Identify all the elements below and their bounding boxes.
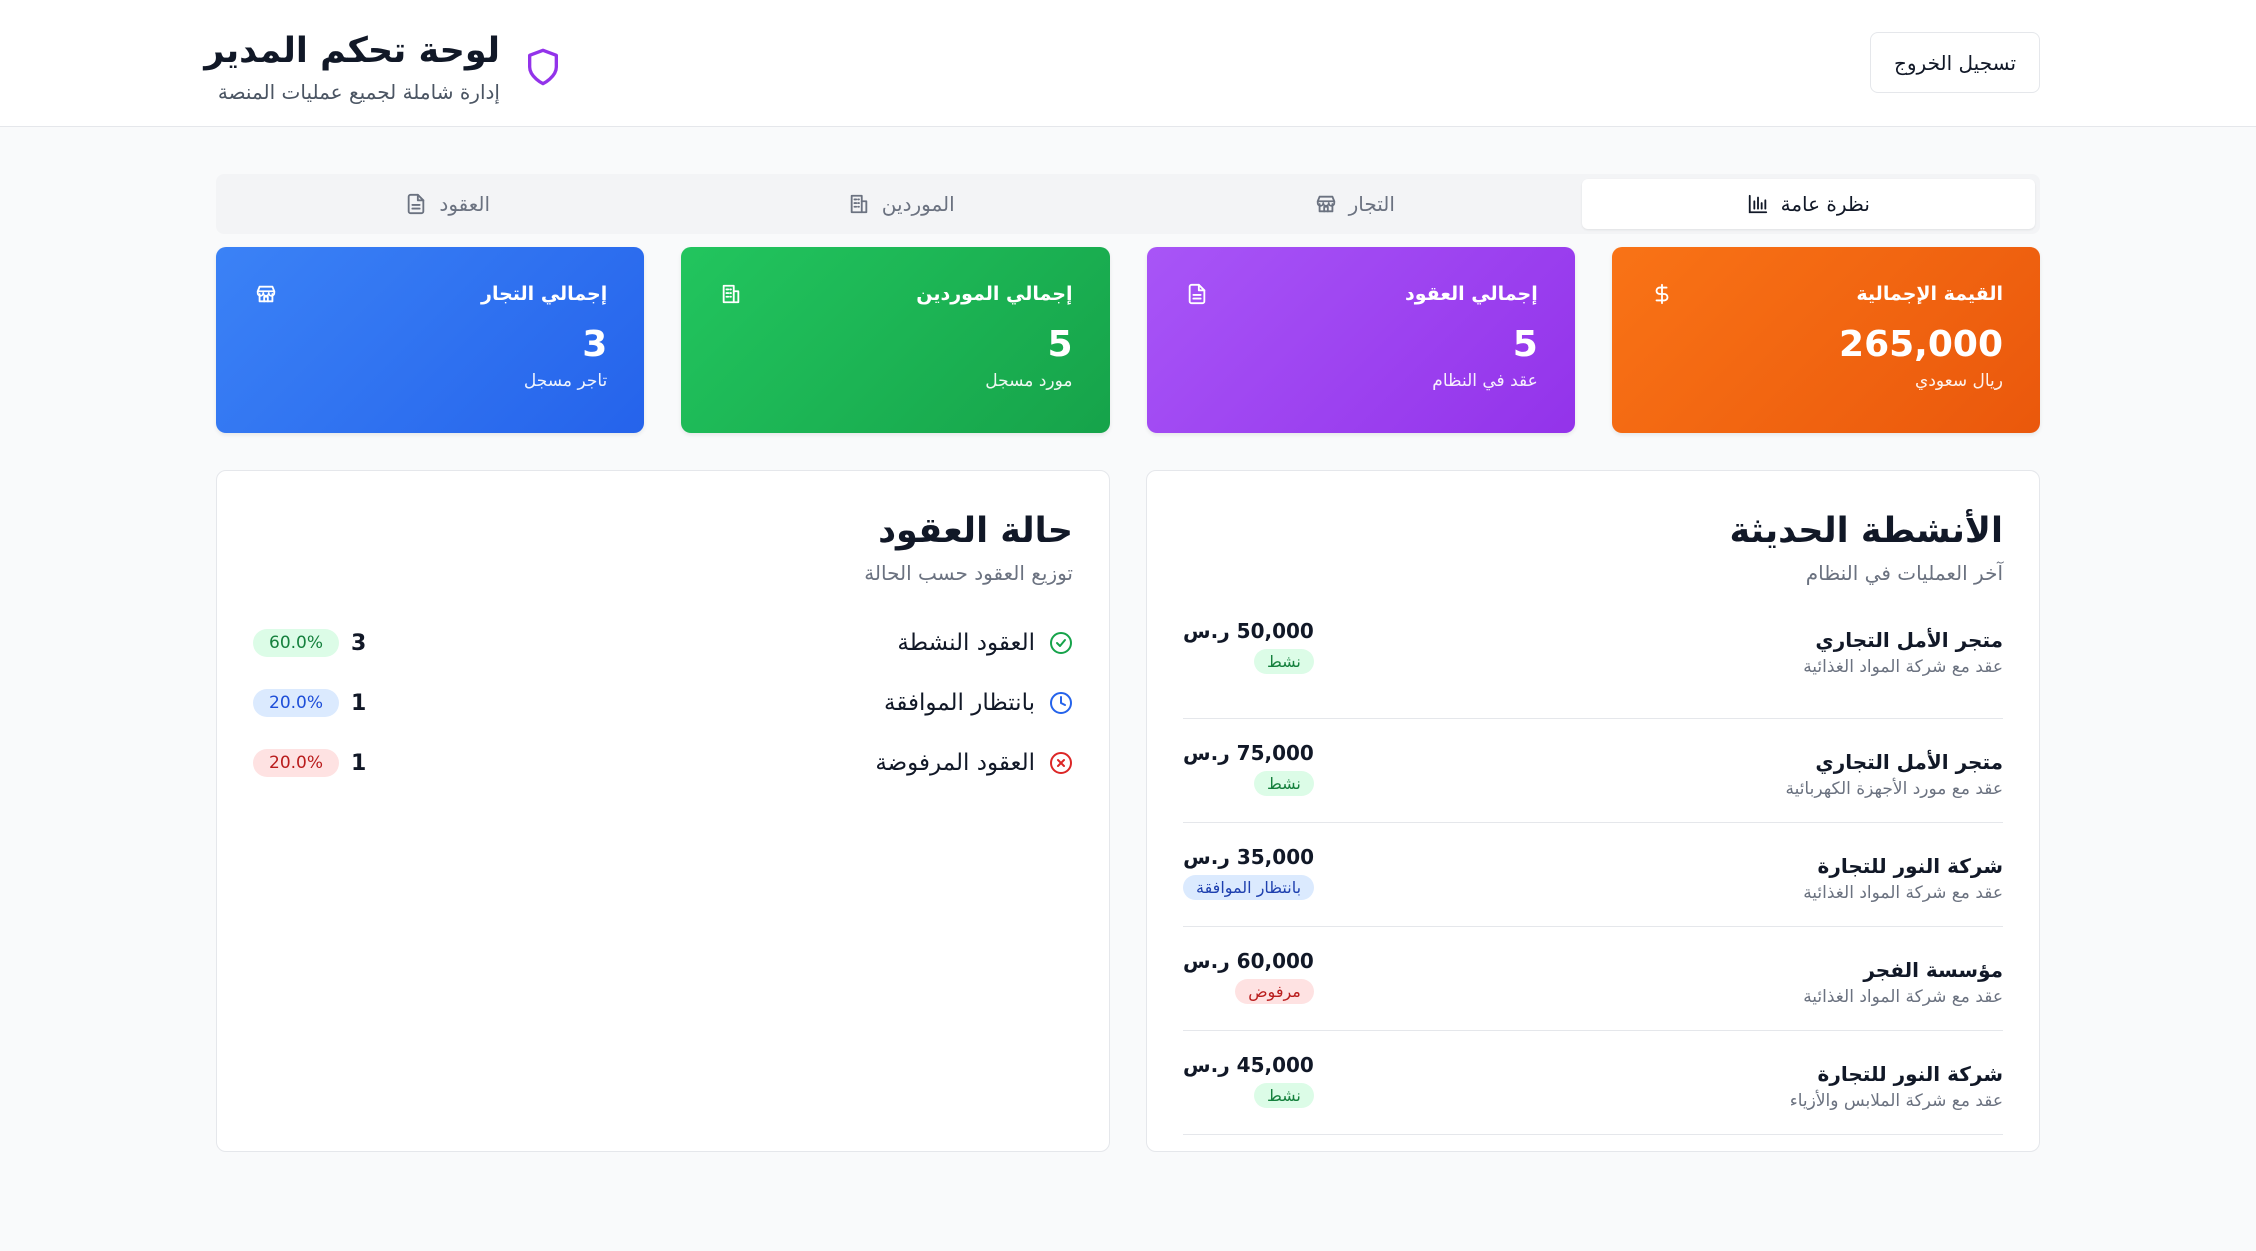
panel-subtitle: توزيع العقود حسب الحالة — [864, 561, 1073, 585]
status-badge: نشط — [1253, 649, 1314, 674]
tab-bar: نظرة عامة التجار الموردين العقود — [216, 174, 2040, 234]
activity-name: شركة النور للتجارة — [1817, 1062, 2003, 1086]
panel-title: الأنشطة الحديثة — [1729, 511, 2003, 551]
status-row-pending: بانتظار الموافقة 20.0% 1 — [253, 673, 1073, 733]
percent-badge: 20.0% — [253, 749, 340, 777]
activity-desc: عقد مع مورد الأجهزة الكهربائية — [1785, 779, 2003, 799]
stat-value: 5 — [1047, 324, 1073, 365]
page-title: لوحة تحكم المدير — [204, 31, 500, 71]
list-item[interactable]: شركة النور للتجارة عقد مع شركة الملابس و… — [1183, 1031, 2003, 1135]
stat-value: 265,000 — [1839, 324, 2003, 365]
tab-contracts[interactable]: العقود — [221, 179, 675, 229]
status-label: العقود المرفوضة — [875, 750, 1035, 776]
check-circle-icon — [1050, 632, 1072, 654]
activity-amount: 75,000 ر.س — [1183, 741, 1314, 765]
stat-card-total-contracts: إجمالي العقود 5 عقد في النظام — [1146, 247, 1575, 433]
activity-name: شركة النور للتجارة — [1817, 854, 2003, 878]
document-icon — [1184, 281, 1210, 307]
app-header: لوحة تحكم المدير إدارة شاملة لجميع عمليا… — [0, 0, 2256, 127]
status-row-rejected: العقود المرفوضة 20.0% 1 — [253, 733, 1073, 793]
recent-activity-panel: الأنشطة الحديثة آخر العمليات في النظام م… — [1146, 470, 2040, 1152]
status-badge: مرفوض — [1235, 979, 1314, 1004]
activity-desc: عقد مع شركة المواد الغذائية — [1803, 883, 2003, 903]
document-icon — [408, 193, 425, 215]
bar-chart-icon — [1748, 194, 1767, 214]
stat-value: 3 — [582, 324, 608, 365]
stat-card-total-value: القيمة الإجمالية 265,000 ريال سعودي — [1611, 247, 2040, 433]
stat-label: إجمالي الموردين — [916, 283, 1073, 305]
stats-row: القيمة الإجمالية 265,000 ريال سعودي إجما… — [216, 247, 2040, 433]
status-count: 1 — [351, 690, 367, 716]
stat-label: إجمالي العقود — [1404, 283, 1538, 305]
status-label: العقود النشطة — [897, 630, 1035, 656]
stat-card-total-merchants: إجمالي التجار 3 تاجر مسجل — [216, 247, 645, 433]
brand: لوحة تحكم المدير إدارة شاملة لجميع عمليا… — [204, 28, 564, 106]
building-icon — [718, 281, 744, 307]
list-item[interactable]: متجر الأمل التجاري عقد مع مورد الأجهزة ا… — [1183, 719, 2003, 823]
list-item[interactable]: شركة النور للتجارة عقد مع شركة المواد ال… — [1183, 823, 2003, 927]
activity-name: متجر الأمل التجاري — [1815, 628, 2003, 652]
stat-label: إجمالي التجار — [481, 283, 608, 305]
list-item[interactable]: متجر الأمل التجاري عقد مع شركة المواد ال… — [1183, 615, 2003, 719]
activity-desc: عقد مع شركة المواد الغذائية — [1803, 657, 2003, 677]
shield-icon — [522, 42, 564, 92]
status-count: 1 — [351, 750, 367, 776]
panel-title: حالة العقود — [878, 511, 1073, 551]
status-row-active: العقود النشطة 60.0% 3 — [253, 613, 1073, 673]
status-list: العقود النشطة 60.0% 3 بانتظار الموافقة 2… — [253, 613, 1073, 793]
activity-name: متجر الأمل التجاري — [1815, 750, 2003, 774]
activity-desc: عقد مع شركة المواد الغذائية — [1803, 987, 2003, 1007]
stat-caption: ريال سعودي — [1915, 371, 2003, 391]
percent-badge: 60.0% — [253, 629, 340, 657]
status-label: بانتظار الموافقة — [884, 690, 1035, 716]
list-item[interactable]: مؤسسة الفجر عقد مع شركة المواد الغذائية … — [1183, 927, 2003, 1031]
tab-label: الموردين — [881, 192, 955, 216]
stat-caption: تاجر مسجل — [523, 371, 608, 391]
dollar-icon — [1649, 281, 1675, 307]
x-circle-icon — [1050, 752, 1072, 774]
page-subtitle: إدارة شاملة لجميع عمليات المنصة — [217, 80, 500, 104]
tab-merchants[interactable]: التجار — [1128, 179, 1582, 229]
status-badge: بانتظار الموافقة — [1183, 875, 1315, 900]
status-badge: نشط — [1253, 1083, 1314, 1108]
stat-value: 5 — [1512, 324, 1538, 365]
store-icon — [1316, 195, 1335, 213]
clock-icon — [1050, 692, 1072, 714]
activity-amount: 35,000 ر.س — [1183, 845, 1315, 869]
stat-label: القيمة الإجمالية — [1856, 283, 2003, 305]
stat-caption: عقد في النظام — [1432, 371, 1538, 391]
logout-button[interactable]: تسجيل الخروج — [1870, 32, 2040, 93]
tab-label: نظرة عامة — [1780, 192, 1870, 216]
activity-amount: 45,000 ر.س — [1183, 1053, 1314, 1077]
status-badge: نشط — [1253, 771, 1314, 796]
activity-amount: 50,000 ر.س — [1183, 619, 1314, 643]
activity-desc: عقد مع شركة الملابس والأزياء — [1789, 1091, 2003, 1111]
panel-subtitle: آخر العمليات في النظام — [1805, 561, 2003, 585]
activity-amount: 60,000 ر.س — [1183, 949, 1314, 973]
tab-overview[interactable]: نظرة عامة — [1581, 179, 2035, 229]
tab-label: العقود — [439, 192, 491, 216]
tab-suppliers[interactable]: الموردين — [675, 179, 1129, 229]
stat-card-total-suppliers: إجمالي الموردين 5 مورد مسجل — [681, 247, 1110, 433]
status-count: 3 — [351, 630, 367, 656]
activity-list: متجر الأمل التجاري عقد مع شركة المواد ال… — [1183, 615, 2003, 1135]
percent-badge: 20.0% — [253, 689, 340, 717]
building-icon — [850, 194, 868, 214]
stat-caption: مورد مسجل — [985, 371, 1073, 391]
tab-label: التجار — [1348, 192, 1395, 216]
store-icon — [253, 281, 279, 307]
activity-name: مؤسسة الفجر — [1863, 958, 2003, 982]
contract-status-panel: حالة العقود توزيع العقود حسب الحالة العق… — [216, 470, 1110, 1152]
